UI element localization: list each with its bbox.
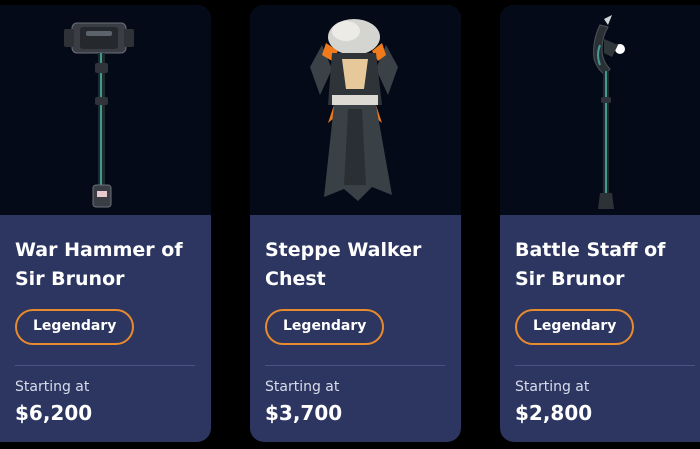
price-label: Starting at (265, 379, 340, 395)
battle-staff-icon (593, 15, 625, 209)
war-hammer-icon (64, 22, 134, 208)
item-card[interactable]: Battle Staff of Sir Brunor Legendary Sta… (500, 5, 700, 442)
divider (265, 365, 445, 366)
rarity-badge: Legendary (265, 309, 385, 345)
item-name: War Hammer of Sir Brunor (15, 239, 183, 290)
item-info: War Hammer of Sir Brunor Legendary Start… (15, 215, 196, 425)
item-info: Battle Staff of Sir Brunor Legendary Sta… (515, 215, 700, 425)
divider (515, 365, 695, 366)
item-card-list: War Hammer of Sir Brunor Legendary Start… (0, 0, 700, 449)
item-image (0, 5, 211, 215)
price-label: Starting at (515, 379, 590, 395)
item-info: Steppe Walker Chest Legendary Starting a… (265, 215, 446, 425)
item-price: $2,800 (515, 401, 593, 425)
rarity-badge: Legendary (15, 309, 135, 345)
price-label: Starting at (15, 379, 90, 395)
item-price: $3,700 (265, 401, 343, 425)
armor-chest-icon (310, 19, 398, 201)
item-card[interactable]: Steppe Walker Chest Legendary Starting a… (250, 5, 461, 442)
item-image (250, 5, 461, 215)
item-name: Steppe Walker Chest (265, 239, 422, 290)
divider (15, 365, 195, 366)
item-card[interactable]: War Hammer of Sir Brunor Legendary Start… (0, 5, 211, 442)
item-price: $6,200 (15, 401, 93, 425)
item-image (500, 5, 700, 215)
rarity-badge: Legendary (515, 309, 635, 345)
item-name: Battle Staff of Sir Brunor (515, 239, 666, 290)
